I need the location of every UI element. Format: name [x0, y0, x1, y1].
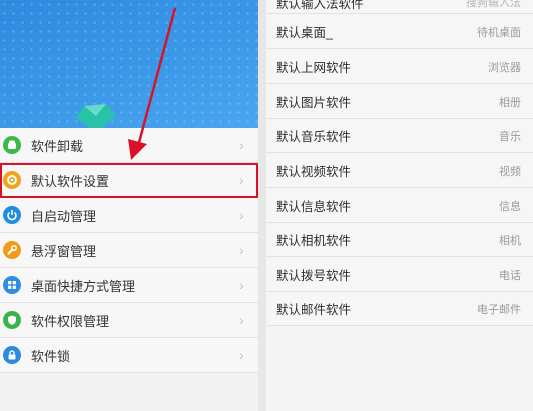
menu-item-shortcuts[interactable]: 桌面快捷方式管理 ›: [0, 268, 258, 303]
chevron-right-icon: ›: [239, 172, 244, 188]
default-video-row[interactable]: 默认视频软件 视频: [266, 154, 533, 188]
default-gallery-row[interactable]: 默认图片软件 相册: [266, 85, 533, 119]
default-dialer-row[interactable]: 默认拨号软件 电话: [266, 258, 533, 292]
menu-item-label: 软件权限管理: [31, 313, 110, 329]
lock-icon: [3, 346, 21, 364]
menu-item-autostart[interactable]: 自启动管理 ›: [0, 198, 258, 233]
gem-decoration-icon: [76, 104, 116, 128]
default-camera-row[interactable]: 默认相机软件 相机: [266, 223, 533, 257]
header-banner: [0, 0, 258, 128]
row-value: 电话: [499, 269, 521, 282]
chevron-right-icon: ›: [239, 137, 244, 153]
row-value: 相册: [499, 96, 521, 109]
default-input-method-row[interactable]: 默认输入法软件 搜狗输入法: [266, 0, 533, 14]
row-label: 默认相机软件: [276, 234, 352, 248]
menu-item-app-lock[interactable]: 软件锁 ›: [0, 338, 258, 373]
default-browser-row[interactable]: 默认上网软件 浏览器: [266, 50, 533, 84]
android-icon: [3, 136, 21, 154]
row-value: 音乐: [499, 130, 521, 143]
settings-menu: 软件卸载 › 默认软件设置 › 自启动管理 › 悬浮窗管理 › 桌面快捷方式管理…: [0, 128, 258, 373]
chevron-right-icon: ›: [239, 242, 244, 258]
shield-icon: [3, 311, 21, 329]
row-value: 待机桌面: [477, 26, 521, 39]
menu-item-floating-window[interactable]: 悬浮窗管理 ›: [0, 233, 258, 268]
panel-divider: [258, 0, 266, 411]
row-label: 默认上网软件: [276, 61, 352, 75]
row-value: 视频: [499, 165, 521, 178]
default-email-row[interactable]: 默认邮件软件 电子邮件: [266, 292, 533, 326]
grid-icon: [3, 276, 21, 294]
chevron-right-icon: ›: [239, 207, 244, 223]
default-messaging-row[interactable]: 默认信息软件 信息: [266, 189, 533, 223]
menu-item-label: 软件卸载: [31, 138, 84, 154]
banner-pattern: [0, 0, 258, 128]
row-label: 默认音乐软件: [276, 130, 352, 144]
row-label: 默认图片软件: [276, 96, 352, 110]
menu-item-uninstall[interactable]: 软件卸载 ›: [0, 128, 258, 163]
chevron-right-icon: ›: [239, 312, 244, 328]
menu-item-label: 默认软件设置: [31, 173, 110, 189]
wrench-icon: [3, 241, 21, 259]
app-manager-panel: 软件卸载 › 默认软件设置 › 自启动管理 › 悬浮窗管理 › 桌面快捷方式管理…: [0, 0, 258, 411]
menu-item-label: 自启动管理: [31, 208, 97, 224]
row-value: 浏览器: [488, 61, 521, 74]
default-launcher-row[interactable]: 默认桌面_ 待机桌面: [266, 15, 533, 49]
chevron-right-icon: ›: [239, 347, 244, 363]
row-label: 默认输入法软件: [276, 0, 364, 11]
menu-item-permissions[interactable]: 软件权限管理 ›: [0, 303, 258, 338]
row-label: 默认桌面_: [276, 26, 333, 40]
power-icon: [3, 206, 21, 224]
row-value: 信息: [499, 200, 521, 213]
row-value: 搜狗输入法: [466, 0, 521, 9]
row-label: 默认邮件软件: [276, 303, 352, 317]
menu-item-default-apps[interactable]: 默认软件设置 ›: [0, 163, 258, 198]
default-music-row[interactable]: 默认音乐软件 音乐: [266, 119, 533, 153]
row-label: 默认拨号软件: [276, 269, 352, 283]
menu-item-label: 软件锁: [31, 348, 71, 364]
gear-icon: [3, 171, 21, 189]
row-value: 电子邮件: [477, 303, 521, 316]
menu-item-label: 桌面快捷方式管理: [31, 278, 136, 294]
row-value: 相机: [499, 234, 521, 247]
menu-item-label: 悬浮窗管理: [31, 243, 97, 259]
row-label: 默认视频软件: [276, 165, 352, 179]
row-label: 默认信息软件: [276, 200, 352, 214]
chevron-right-icon: ›: [239, 277, 244, 293]
default-apps-panel: 默认输入法软件 搜狗输入法 默认桌面_ 待机桌面 默认上网软件 浏览器 默认图片…: [266, 0, 533, 411]
